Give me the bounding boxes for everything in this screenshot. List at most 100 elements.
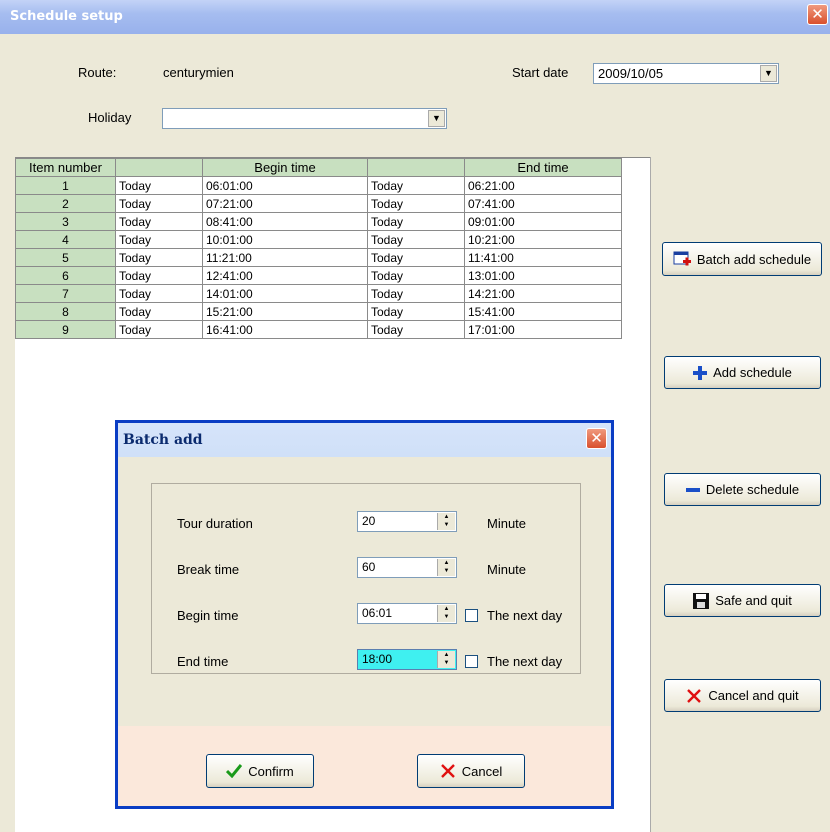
col-end-time[interactable]: End time bbox=[464, 158, 622, 177]
table-row[interactable]: 5 Today 11:21:00 Today 11:41:00 bbox=[15, 248, 622, 267]
dialog-title: Batch add bbox=[123, 432, 203, 448]
minus-icon bbox=[685, 487, 700, 492]
checkmark-icon bbox=[226, 764, 243, 778]
cell-begin-day: Today bbox=[115, 230, 203, 249]
table-row[interactable]: 9 Today 16:41:00 Today 17:01:00 bbox=[15, 320, 622, 339]
plus-icon bbox=[693, 365, 708, 380]
batch-add-schedule-button[interactable]: Batch add schedule bbox=[662, 242, 822, 276]
cell-begin-day: Today bbox=[115, 284, 203, 303]
route-label: Route: bbox=[78, 65, 117, 80]
begin-time-stepper[interactable]: 06:01 ▲ ▼ bbox=[357, 603, 457, 624]
window-title: Schedule setup bbox=[10, 9, 123, 24]
dialog-footer: Confirm Cancel bbox=[118, 726, 611, 806]
cell-end-day: Today bbox=[367, 248, 465, 267]
save-and-quit-button[interactable]: Safe and quit bbox=[664, 584, 821, 617]
save-and-quit-label: Safe and quit bbox=[715, 593, 792, 608]
title-bar: Schedule setup ✕ bbox=[0, 0, 830, 34]
add-schedule-label: Add schedule bbox=[713, 365, 792, 380]
begin-next-day-label: The next day bbox=[487, 608, 563, 623]
break-time-unit: Minute bbox=[487, 562, 527, 577]
end-next-day-checkbox[interactable] bbox=[465, 655, 478, 668]
cell-begin-day: Today bbox=[115, 176, 203, 195]
cell-begin-time: 15:21:00 bbox=[202, 302, 368, 321]
table-row[interactable]: 3 Today 08:41:00 Today 09:01:00 bbox=[15, 212, 622, 231]
dialog-close-icon[interactable]: ✕ bbox=[586, 428, 607, 449]
red-x-icon bbox=[440, 764, 455, 778]
schedule-table: Item number Begin time End time 1 Today 06… bbox=[15, 158, 622, 339]
cell-item-number: 4 bbox=[15, 230, 116, 249]
cell-end-time: 06:21:00 bbox=[464, 176, 622, 195]
action-pane: Batch add schedule Add schedule Delete s… bbox=[650, 157, 830, 832]
cell-begin-day: Today bbox=[115, 302, 203, 321]
end-next-day-label: The next day bbox=[487, 654, 563, 669]
schedule-setup-window: Schedule setup ✕ Route: centurymien Star… bbox=[0, 0, 830, 832]
cell-begin-time: 11:21:00 bbox=[202, 248, 368, 267]
cancel-button[interactable]: Cancel bbox=[417, 754, 525, 788]
cell-begin-day: Today bbox=[115, 248, 203, 267]
begin-next-day-checkbox[interactable] bbox=[465, 609, 478, 622]
break-time-label: Break time bbox=[177, 562, 240, 577]
begin-time-value: 06:01 bbox=[362, 606, 393, 620]
cell-begin-time: 14:01:00 bbox=[202, 284, 368, 303]
cell-end-day: Today bbox=[367, 266, 465, 285]
cell-begin-day: Today bbox=[115, 266, 203, 285]
cell-end-time: 14:21:00 bbox=[464, 284, 622, 303]
chevron-down-icon[interactable]: ▼ bbox=[760, 65, 777, 82]
table-row[interactable]: 1 Today 06:01:00 Today 06:21:00 bbox=[15, 176, 622, 195]
tour-duration-unit: Minute bbox=[487, 516, 527, 531]
delete-schedule-button[interactable]: Delete schedule bbox=[664, 473, 821, 506]
delete-schedule-label: Delete schedule bbox=[705, 482, 800, 497]
calendar-add-icon bbox=[673, 251, 691, 266]
cell-end-time: 13:01:00 bbox=[464, 266, 622, 285]
cell-begin-day: Today bbox=[115, 320, 203, 339]
table-row[interactable]: 4 Today 10:01:00 Today 10:21:00 bbox=[15, 230, 622, 249]
cell-item-number: 8 bbox=[15, 302, 116, 321]
confirm-button[interactable]: Confirm bbox=[206, 754, 314, 788]
table-row[interactable]: 6 Today 12:41:00 Today 13:01:00 bbox=[15, 266, 622, 285]
end-time-label: End time bbox=[177, 654, 229, 669]
spin-arrows-icon[interactable]: ▲ ▼ bbox=[437, 513, 455, 530]
cell-begin-time: 16:41:00 bbox=[202, 320, 368, 339]
end-time-value: 18:00 bbox=[362, 652, 393, 666]
table-row[interactable]: 8 Today 15:21:00 Today 15:41:00 bbox=[15, 302, 622, 321]
tour-duration-stepper[interactable]: 20 ▲ ▼ bbox=[357, 511, 457, 532]
table-row[interactable]: 7 Today 14:01:00 Today 14:21:00 bbox=[15, 284, 622, 303]
add-schedule-button[interactable]: Add schedule bbox=[664, 356, 821, 389]
col-begin-day[interactable] bbox=[115, 158, 203, 177]
spin-arrows-icon[interactable]: ▲ ▼ bbox=[437, 651, 455, 668]
close-icon[interactable]: ✕ bbox=[807, 4, 828, 25]
chevron-down-icon[interactable]: ▼ bbox=[428, 110, 445, 127]
col-begin-time[interactable]: Begin time bbox=[202, 158, 368, 177]
start-date-label: Start date bbox=[512, 65, 569, 80]
cell-end-day: Today bbox=[367, 302, 465, 321]
cell-end-day: Today bbox=[367, 194, 465, 213]
cell-end-day: Today bbox=[367, 284, 465, 303]
col-item-number[interactable]: Item number bbox=[15, 158, 116, 177]
table-row[interactable]: 2 Today 07:21:00 Today 07:41:00 bbox=[15, 194, 622, 213]
batch-settings-group: Tour duration 20 ▲ ▼ Minute Break time 60… bbox=[151, 483, 581, 674]
cancel-and-quit-button[interactable]: Cancel and quit bbox=[664, 679, 821, 712]
cell-item-number: 9 bbox=[15, 320, 116, 339]
cancel-label: Cancel bbox=[461, 763, 503, 779]
end-time-stepper[interactable]: 18:00 ▲ ▼ bbox=[357, 649, 457, 670]
cell-end-day: Today bbox=[367, 320, 465, 339]
tour-duration-value: 20 bbox=[362, 514, 376, 528]
spin-arrows-icon[interactable]: ▲ ▼ bbox=[437, 605, 455, 622]
cell-begin-day: Today bbox=[115, 194, 203, 213]
begin-time-label: Begin time bbox=[177, 608, 239, 623]
start-date-picker[interactable]: 2009/10/05 ▼ bbox=[593, 63, 779, 84]
spin-arrows-icon[interactable]: ▲ ▼ bbox=[437, 559, 455, 576]
cell-item-number: 7 bbox=[15, 284, 116, 303]
cell-begin-time: 12:41:00 bbox=[202, 266, 368, 285]
break-time-stepper[interactable]: 60 ▲ ▼ bbox=[357, 557, 457, 578]
cell-begin-time: 08:41:00 bbox=[202, 212, 368, 231]
col-end-day[interactable] bbox=[367, 158, 465, 177]
table-header-row: Item number Begin time End time bbox=[15, 158, 622, 177]
cell-item-number: 3 bbox=[15, 212, 116, 231]
holiday-select[interactable]: ▼ bbox=[162, 108, 447, 129]
cell-end-time: 10:21:00 bbox=[464, 230, 622, 249]
cell-end-time: 07:41:00 bbox=[464, 194, 622, 213]
cell-end-time: 11:41:00 bbox=[464, 248, 622, 267]
cell-begin-time: 07:21:00 bbox=[202, 194, 368, 213]
route-value: centurymien bbox=[163, 65, 234, 80]
